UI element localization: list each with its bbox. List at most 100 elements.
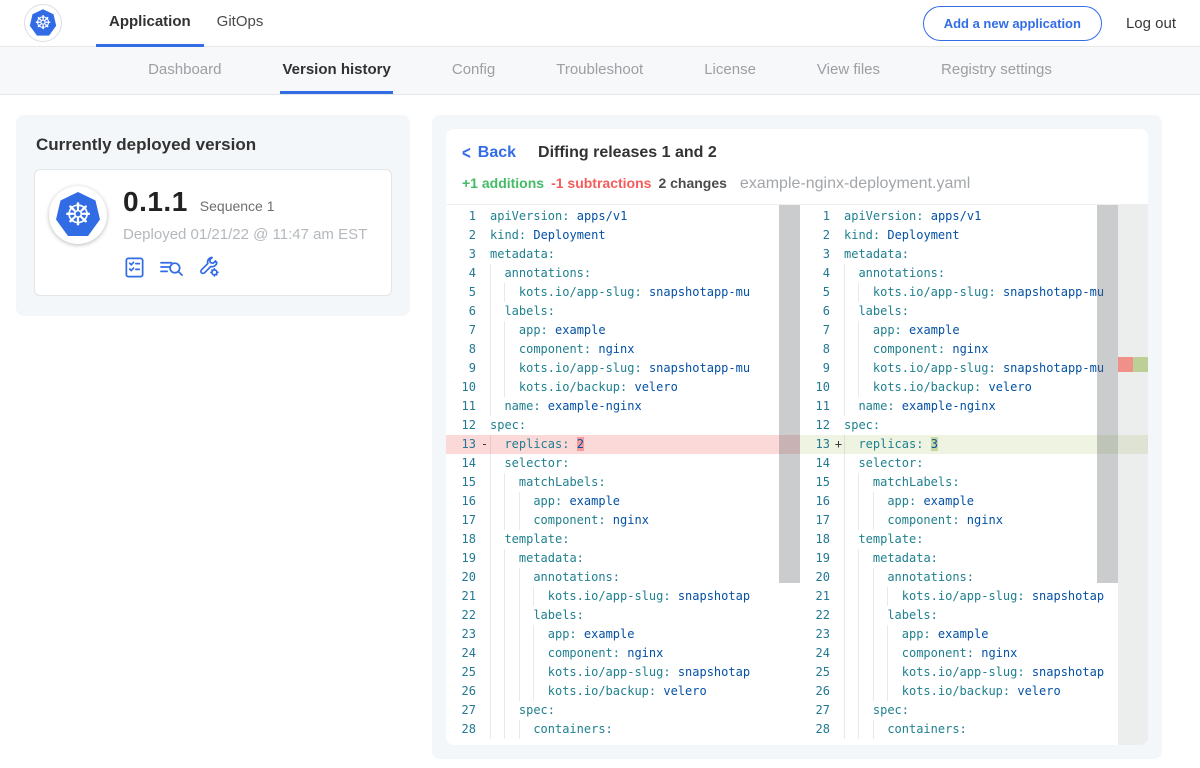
- line-number: 15: [446, 473, 476, 492]
- code-line: 22labels:: [800, 606, 1148, 625]
- back-label: Back: [478, 144, 516, 162]
- indent-guide: [873, 492, 887, 511]
- indent-guide: [533, 587, 547, 606]
- release-notes-icon[interactable]: [123, 256, 146, 279]
- indent-guide: [519, 587, 533, 606]
- indent-guide: [858, 473, 872, 492]
- topnav-tabs: ApplicationGitOps: [96, 0, 276, 47]
- indent-guide: [858, 720, 872, 739]
- code-line: 3metadata:: [800, 245, 1148, 264]
- code-line: 24component: nginx: [446, 644, 800, 663]
- subnav-item-dashboard[interactable]: Dashboard: [146, 47, 223, 94]
- code-line: 26kots.io/backup: velero: [800, 682, 1148, 701]
- code-line: 25kots.io/app-slug: snapshotap: [446, 663, 800, 682]
- indent-guide: [858, 283, 872, 302]
- indent-guide: [858, 701, 872, 720]
- add-application-button[interactable]: Add a new application: [923, 6, 1102, 41]
- code-line: 28containers:: [446, 720, 800, 739]
- deployed-version-details: ☸ 0.1.1 Sequence 1 Deployed 01/21/22 @ 1…: [34, 169, 392, 296]
- indent-guide: [519, 511, 533, 530]
- line-number: 24: [800, 644, 830, 663]
- tab-gitops[interactable]: GitOps: [204, 0, 277, 47]
- subnav-item-license[interactable]: License: [702, 47, 758, 94]
- line-number: 11: [446, 397, 476, 416]
- indent-guide: [873, 625, 887, 644]
- line-number: 2: [446, 226, 476, 245]
- indent-guide: [519, 606, 533, 625]
- subnav-item-config[interactable]: Config: [450, 47, 497, 94]
- indent-guide: [490, 720, 504, 739]
- indent-guide: [844, 397, 858, 416]
- subnav-item-version-history[interactable]: Version history: [280, 47, 392, 94]
- subnav-item-registry-settings[interactable]: Registry settings: [939, 47, 1054, 94]
- indent-guide: [844, 701, 858, 720]
- line-number: 21: [446, 587, 476, 606]
- indent-guide: [490, 302, 504, 321]
- subnav-item-troubleshoot[interactable]: Troubleshoot: [554, 47, 645, 94]
- scrollbar-thumb[interactable]: [779, 205, 800, 583]
- line-number: 7: [800, 321, 830, 340]
- subnav-item-view-files[interactable]: View files: [815, 47, 882, 94]
- indent-guide: [504, 321, 518, 340]
- code-line: 5kots.io/app-slug: snapshotapp-mu: [800, 283, 1148, 302]
- indent-guide: [844, 549, 858, 568]
- indent-guide: [873, 682, 887, 701]
- indent-guide: [519, 682, 533, 701]
- indent-guide: [490, 321, 504, 340]
- indent-guide: [858, 606, 872, 625]
- back-link[interactable]: < Back: [462, 144, 516, 162]
- indent-guide: [844, 720, 858, 739]
- tab-application[interactable]: Application: [96, 0, 204, 47]
- kubernetes-logo[interactable]: ☸: [24, 4, 62, 42]
- code-line: 27spec:: [446, 701, 800, 720]
- indent-guide: [844, 378, 858, 397]
- indent-guide: [519, 720, 533, 739]
- deployed-version-card: Currently deployed version ☸ 0.1.1 Seque…: [16, 115, 410, 316]
- line-number: 27: [800, 701, 830, 720]
- indent-guide: [844, 682, 858, 701]
- line-number: 18: [800, 530, 830, 549]
- indent-guide: [504, 701, 518, 720]
- code-line: 1apiVersion: apps/v1: [800, 207, 1148, 226]
- indent-guide: [844, 663, 858, 682]
- indent-guide: [858, 625, 872, 644]
- indent-guide: [490, 568, 504, 587]
- indent-guide: [858, 511, 872, 530]
- indent-guide: [504, 283, 518, 302]
- line-number: 12: [800, 416, 830, 435]
- indent-guide: [858, 644, 872, 663]
- code-line: 20annotations:: [800, 568, 1148, 587]
- view-logs-icon[interactable]: [158, 256, 185, 279]
- indent-guide: [490, 682, 504, 701]
- code-line: 10kots.io/backup: velero: [800, 378, 1148, 397]
- chevron-left-icon: <: [462, 142, 471, 163]
- logout-button[interactable]: Log out: [1126, 15, 1176, 32]
- line-number: 6: [446, 302, 476, 321]
- indent-guide: [490, 397, 504, 416]
- line-number: 5: [800, 283, 830, 302]
- code-line: 7app: example: [800, 321, 1148, 340]
- line-number: 22: [446, 606, 476, 625]
- indent-guide: [887, 644, 901, 663]
- edit-config-icon[interactable]: [197, 255, 221, 279]
- indent-guide: [873, 720, 887, 739]
- code-line: 23app: example: [446, 625, 800, 644]
- line-number: 18: [446, 530, 476, 549]
- indent-guide: [490, 454, 504, 473]
- indent-guide: [519, 663, 533, 682]
- indent-guide: [844, 587, 858, 606]
- diff-marker-deletion: [1118, 357, 1133, 372]
- line-number: 28: [800, 720, 830, 739]
- indent-guide: [504, 720, 518, 739]
- line-number: 14: [800, 454, 830, 473]
- indent-guide: [490, 625, 504, 644]
- indent-guide: [844, 321, 858, 340]
- indent-guide: [504, 492, 518, 511]
- overview-ruler[interactable]: [1118, 205, 1148, 745]
- indent-guide: [858, 492, 872, 511]
- code-line: 4annotations:: [446, 264, 800, 283]
- code-line: 14selector:: [446, 454, 800, 473]
- indent-guide: [858, 549, 872, 568]
- indent-guide: [844, 359, 858, 378]
- scrollbar-thumb[interactable]: [1097, 205, 1118, 583]
